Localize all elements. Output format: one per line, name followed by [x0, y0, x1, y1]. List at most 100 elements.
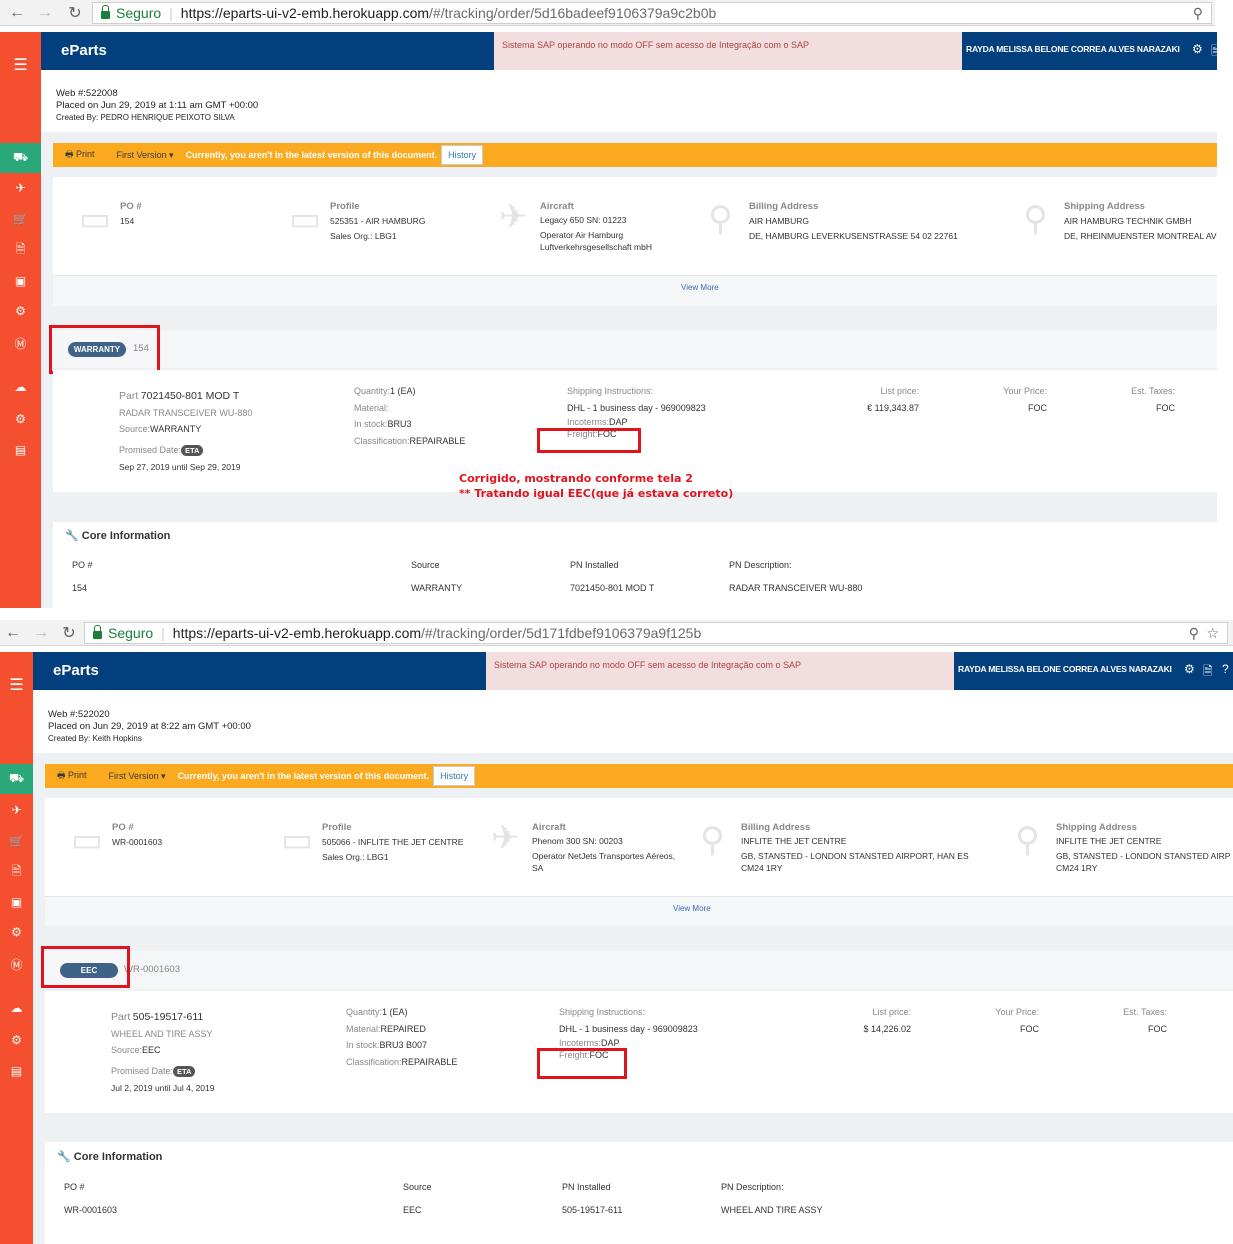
part-card: Part 505-19517-611 WHEEL AND TIRE ASSY S…: [45, 991, 1233, 1113]
sidebar-cart-icon[interactable]: 🛒: [0, 204, 41, 234]
core-value-desc: WHEEL AND TIRE ASSY: [721, 1205, 823, 1215]
lock-icon: [101, 5, 110, 19]
zoom-icon[interactable]: ⚲: [1193, 5, 1203, 22]
document-icon[interactable]: 🗎: [1211, 42, 1221, 63]
help-icon[interactable]: ?: [1222, 662, 1229, 676]
sidebar: ☰ ⛟ ✈ 🛒 🗎 ▣ ⚙ Ⓜ ☁ ⚙ ▤: [0, 652, 33, 1244]
list-price: List price: $ 14,226.02: [863, 1007, 911, 1034]
core-header-po: PO #: [72, 560, 93, 570]
aircraft-icon: ✈: [491, 819, 520, 857]
highlight-badge: [49, 325, 160, 374]
forward-icon[interactable]: →: [30, 624, 52, 642]
user-name[interactable]: RAYDA MELISSA BELONE CORREA ALVES NARAZA…: [966, 44, 1180, 54]
sidebar-exchange-icon[interactable]: ⚙: [0, 917, 33, 947]
history-button[interactable]: History: [433, 766, 476, 786]
sidebar-cloud-icon[interactable]: ☁: [0, 993, 33, 1023]
sidebar-truck-icon[interactable]: ⛟: [0, 764, 33, 794]
sidebar-chart-icon[interactable]: ▤: [0, 1056, 33, 1086]
quantity-info: Quantity:1 (EA) Material: In stock:BRU3 …: [354, 386, 466, 446]
menu-icon[interactable]: ☰: [0, 32, 41, 98]
your-price: Your Price: FOC: [995, 1007, 1039, 1034]
user-name[interactable]: RAYDA MELISSA BELONE CORREA ALVES NARAZA…: [958, 664, 1172, 674]
url-path: /#/tracking/order/5d16badeef9106379a9c2b…: [429, 5, 717, 21]
core-info-card: 🔧 Core Information PO # Source PN Instal…: [45, 1142, 1233, 1244]
document-icon[interactable]: 🗎: [1203, 662, 1213, 683]
lock-icon: [93, 625, 102, 639]
sidebar-truck-icon[interactable]: ⛟: [0, 143, 41, 173]
sidebar-chart-icon[interactable]: ▤: [0, 435, 41, 465]
placed-on: Placed on Jun 29, 2019 at 8:22 am GMT +0…: [48, 721, 251, 732]
sidebar-cart-icon[interactable]: 🛒: [0, 826, 33, 856]
view-more-band: [45, 896, 1233, 926]
core-header-pn: PN Installed: [562, 1182, 611, 1192]
url-path: /#/tracking/order/5d171fdbef9106379a9f12…: [421, 625, 702, 641]
core-info-title: 🔧 Core Information: [65, 530, 171, 542]
sidebar-plane-icon[interactable]: ✈: [0, 173, 41, 203]
part-info: Part 7021450-801 MOD T RADAR TRANSCEIVER…: [119, 390, 253, 472]
web-number: Web #:522020: [48, 709, 110, 720]
map-pin-icon: ⚲: [708, 200, 733, 238]
version-dropdown[interactable]: First Version ▾: [109, 771, 166, 782]
back-icon[interactable]: ←: [6, 4, 28, 22]
screenshot-2: ← → ↻ Seguro | https://eparts-ui-v2-emb.…: [0, 620, 1233, 1244]
version-message: Currently, you aren't in the latest vers…: [177, 771, 430, 781]
star-icon[interactable]: ☆: [1206, 625, 1219, 642]
sidebar-settings-icon[interactable]: ⚙: [0, 404, 41, 434]
core-value-pn: 505-19517-611: [562, 1205, 623, 1215]
correction-note: Corrigido, mostrando conforme tela 2 ** …: [459, 472, 734, 500]
reload-icon[interactable]: ↻: [58, 623, 80, 643]
sidebar-plane-icon[interactable]: ✈: [0, 795, 33, 825]
print-button[interactable]: 🖶 Print: [57, 768, 87, 784]
map-pin-icon: ⚲: [700, 821, 725, 859]
order-info-card: ▭ PO # 154 ▭ Profile 525351 - AIR HAMBUR…: [53, 177, 1217, 306]
aircraft-column: Aircraft Phenom 300 SN: 00203 Operator N…: [532, 822, 676, 873]
address-bar[interactable]: Seguro | https://eparts-ui-v2-emb.heroku…: [92, 2, 1212, 24]
gear-icon[interactable]: ⚙: [1192, 42, 1203, 56]
gear-icon[interactable]: ⚙: [1184, 662, 1195, 676]
wrench-icon: 🔧: [57, 1151, 71, 1163]
core-header-pn: PN Installed: [570, 560, 619, 570]
sidebar-package-icon[interactable]: ▣: [0, 266, 41, 296]
billing-column: Billing Address AIR HAMBURG DE, HAMBURG …: [749, 201, 958, 241]
sidebar-settings-icon[interactable]: ⚙: [0, 1025, 33, 1055]
secure-label: Seguro: [116, 5, 162, 21]
billing-column: Billing Address INFLITE THE JET CENTRE G…: [741, 822, 969, 873]
core-header-source: Source: [403, 1182, 432, 1192]
sap-alert: Sistema SAP operando no modo OFF sem ace…: [486, 652, 954, 690]
version-toolbar: 🖶 Print First Version ▾ Currently, you a…: [53, 143, 1217, 167]
sidebar-document-icon[interactable]: 🗎: [0, 235, 41, 265]
view-more-link[interactable]: View More: [681, 283, 719, 292]
address-bar[interactable]: Seguro | https://eparts-ui-v2-emb.heroku…: [84, 622, 1228, 644]
core-info-title: 🔧 Core Information: [57, 1151, 163, 1163]
print-button[interactable]: 🖶 Print: [65, 147, 95, 163]
sap-alert: Sistema SAP operando no modo OFF sem ace…: [494, 32, 962, 70]
app-logo[interactable]: eParts: [61, 42, 107, 59]
app-logo[interactable]: eParts: [53, 662, 99, 679]
eta-badge: ETA: [173, 1065, 196, 1077]
menu-icon[interactable]: ☰: [0, 652, 33, 718]
order-header: Web #:522008 Placed on Jun 29, 2019 at 1…: [56, 88, 258, 124]
zoom-icon[interactable]: ⚲: [1189, 625, 1199, 642]
screenshot-gap: [0, 608, 1233, 620]
core-value-po: 154: [72, 583, 88, 593]
core-value-po: WR-0001603: [64, 1205, 118, 1215]
secure-label: Seguro: [108, 625, 154, 641]
sidebar: ☰ ⛟ ✈ 🛒 🗎 ▣ ⚙ Ⓜ ☁ ⚙ ▤: [0, 32, 41, 608]
est-taxes: Est. Taxes: FOC: [1131, 386, 1175, 413]
sidebar-money-icon[interactable]: Ⓜ: [0, 949, 33, 979]
back-icon[interactable]: ←: [2, 624, 24, 642]
po-column: PO # WR-0001603: [112, 822, 163, 847]
sidebar-package-icon[interactable]: ▣: [0, 887, 33, 917]
sidebar-money-icon[interactable]: Ⓜ: [0, 328, 41, 358]
reload-icon[interactable]: ↻: [64, 3, 86, 23]
sidebar-exchange-icon[interactable]: ⚙: [0, 296, 41, 326]
version-dropdown[interactable]: First Version ▾: [117, 150, 174, 161]
sidebar-document-icon[interactable]: 🗎: [0, 857, 33, 887]
aircraft-column: Aircraft Legacy 650 SN: 01223 Operator A…: [540, 201, 652, 252]
app-header: eParts Sistema SAP operando no modo OFF …: [41, 32, 1221, 70]
sidebar-cloud-icon[interactable]: ☁: [0, 372, 41, 402]
forward-icon[interactable]: →: [34, 4, 56, 22]
view-more-link[interactable]: View More: [673, 904, 711, 913]
po-column: PO # 154: [120, 201, 142, 226]
history-button[interactable]: History: [441, 145, 484, 165]
